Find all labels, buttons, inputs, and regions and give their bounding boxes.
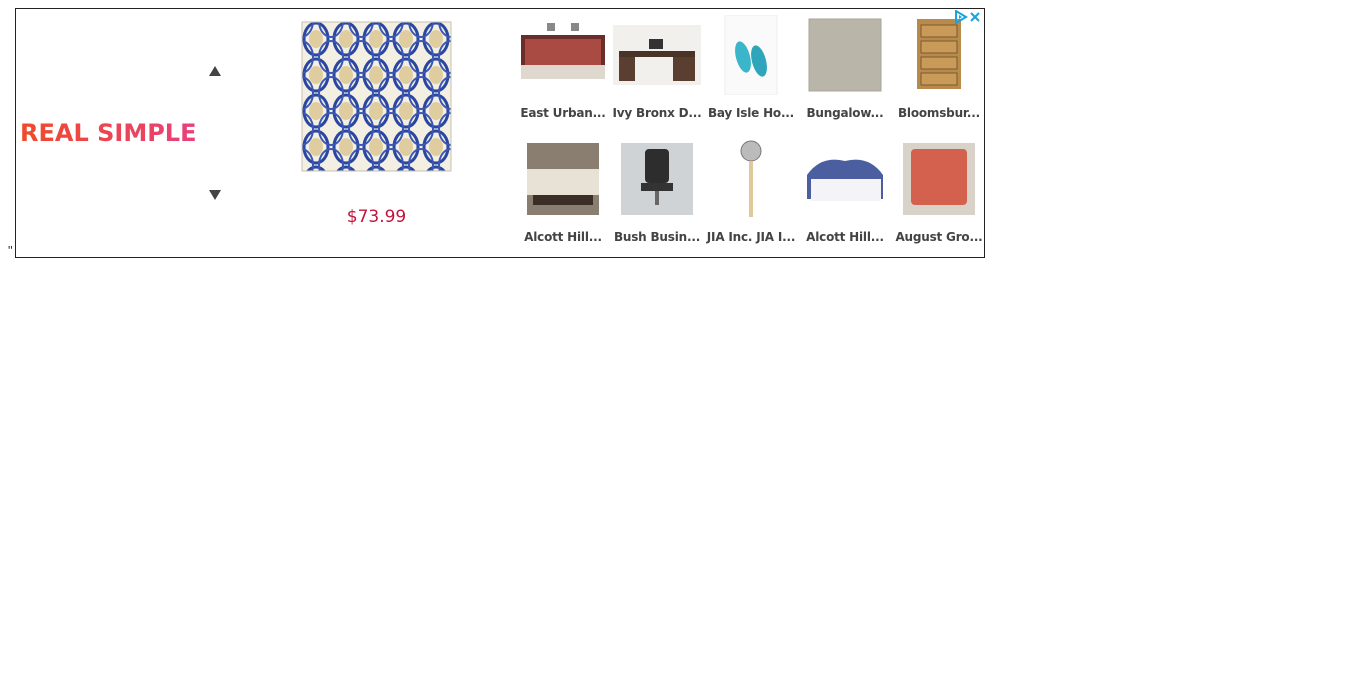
product-thumbnail-desk	[613, 25, 701, 85]
product-tile[interactable]: JIA Inc. JIA I...	[704, 133, 798, 257]
product-tile[interactable]: Bay Isle Ho...	[704, 9, 798, 133]
brand-name-text: REAL SIMPLE	[20, 119, 195, 147]
product-label: Bloomsbur...	[897, 106, 980, 120]
triangle-down-icon[interactable]	[208, 189, 222, 201]
product-thumbnail-drawer-cart	[917, 19, 961, 89]
product-label: Bungalow...	[806, 106, 884, 120]
stray-quote-text: "	[8, 243, 13, 258]
product-tile[interactable]: Alcott Hill...	[516, 133, 610, 257]
product-tile[interactable]: Alcott Hill...	[798, 133, 892, 257]
product-tile[interactable]: East Urban...	[516, 9, 610, 133]
product-tile[interactable]: August Gro...	[892, 133, 984, 257]
product-thumbnail-bed	[807, 159, 883, 201]
ad-banner[interactable]: REAL SIMPLE $73.99 East Urban... Ivy Bro…	[15, 8, 985, 258]
product-thumbnail-pillow	[903, 143, 975, 215]
adchoices-play-icon[interactable]	[954, 10, 968, 24]
real-simple-logo[interactable]: REAL SIMPLE	[20, 117, 195, 147]
product-tile[interactable]: Bloomsbur...	[892, 9, 984, 133]
close-x-icon[interactable]	[968, 10, 982, 24]
product-label: East Urban...	[520, 106, 606, 120]
product-thumbnail-sofa	[527, 143, 599, 215]
product-label: Alcott Hill...	[524, 230, 602, 244]
product-label: August Gro...	[895, 230, 983, 244]
featured-product-image[interactable]	[301, 21, 452, 172]
product-thumbnail-headboard	[521, 23, 605, 79]
product-tile[interactable]: Ivy Bronx D...	[610, 9, 704, 133]
product-label: Alcott Hill...	[806, 230, 884, 244]
triangle-up-icon[interactable]	[208, 65, 222, 77]
product-label: Bay Isle Ho...	[707, 106, 795, 120]
product-thumbnail-office-chair	[621, 143, 693, 215]
product-grid: East Urban... Ivy Bronx D... Bay Isle Ho…	[516, 9, 984, 257]
product-label: Ivy Bronx D...	[612, 106, 702, 120]
featured-price[interactable]: $73.99	[301, 207, 452, 227]
product-tile[interactable]: Bungalow...	[798, 9, 892, 133]
product-thumbnail-fabric-swatch	[808, 18, 882, 92]
product-label: Bush Busin...	[613, 230, 701, 244]
product-thumbnail-flip-flops-towel	[724, 15, 778, 95]
product-tile[interactable]: Bush Busin...	[610, 133, 704, 257]
product-label: JIA Inc. JIA I...	[706, 230, 796, 244]
product-thumbnail-spoon	[740, 140, 762, 217]
